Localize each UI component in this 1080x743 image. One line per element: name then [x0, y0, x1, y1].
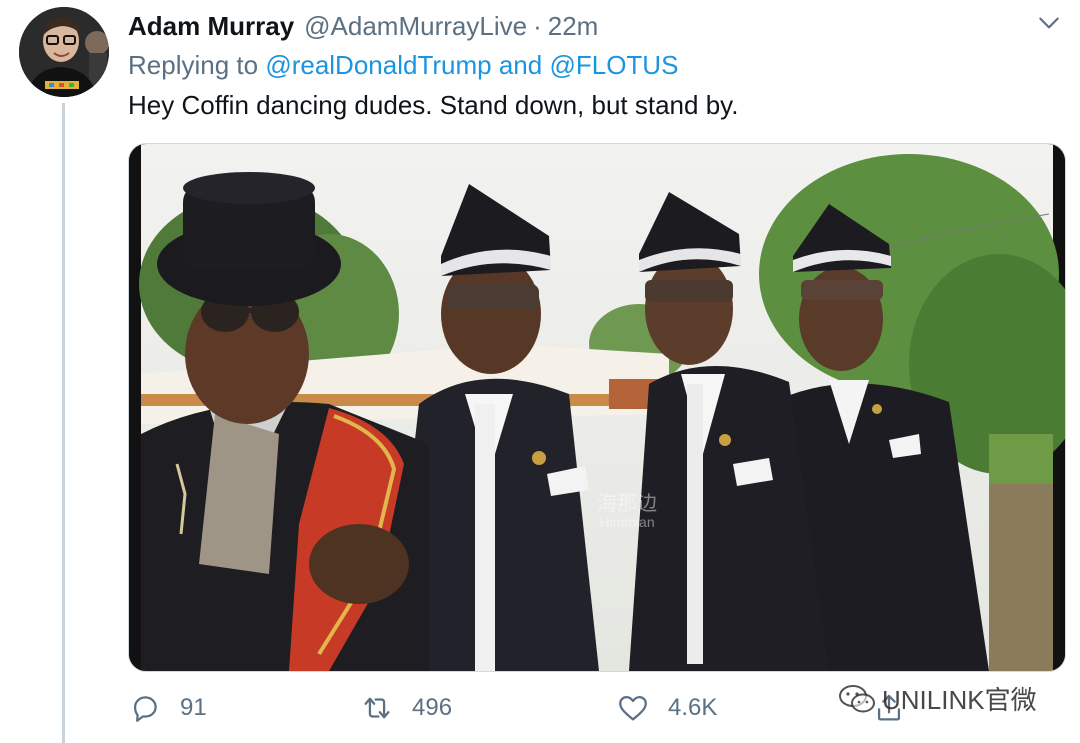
tweet-media-image[interactable]: 海那边 Hinabian	[128, 143, 1066, 672]
tweet-card[interactable]: Adam Murray @AdamMurrayLive · 22m Replyi…	[0, 0, 1080, 743]
pallbearers-photo	[129, 144, 1065, 671]
tweet-header: Adam Murray @AdamMurrayLive · 22m	[128, 8, 1080, 44]
share-button[interactable]	[872, 688, 906, 728]
reply-icon	[133, 696, 157, 722]
like-count: 4.6K	[668, 694, 718, 721]
mention-conjunction[interactable]: and	[499, 50, 542, 80]
heart-icon	[619, 695, 647, 721]
replying-to: Replying to @realDonaldTrump and @FLOTUS	[128, 50, 678, 81]
timestamp[interactable]: 22m	[548, 11, 599, 42]
retweet-count: 496	[412, 694, 453, 721]
avatar[interactable]	[19, 7, 109, 97]
share-icon	[877, 694, 901, 721]
mention-link[interactable]: @realDonaldTrump	[265, 50, 491, 80]
media-watermark-line2: Hinabian	[599, 514, 655, 530]
mention-link[interactable]: @FLOTUS	[549, 50, 678, 80]
like-button[interactable]: 4.6K	[616, 688, 717, 728]
chevron-down-icon[interactable]	[1036, 10, 1062, 36]
user-handle[interactable]: @AdamMurrayLive	[304, 11, 527, 42]
thread-connector-line	[62, 103, 65, 743]
replying-to-label: Replying to	[128, 50, 259, 80]
reply-count: 91	[180, 694, 207, 721]
separator-dot: ·	[533, 10, 542, 41]
avatar-image	[19, 7, 109, 97]
display-name[interactable]: Adam Murray	[128, 11, 294, 42]
retweet-button[interactable]: 496	[360, 688, 452, 728]
reply-button[interactable]: 91	[128, 688, 207, 728]
tweet-actions: 91 496 4.6K	[128, 688, 1058, 728]
retweet-icon	[364, 697, 390, 719]
media-watermark: 海那边 Hinabian	[597, 494, 657, 530]
media-watermark-line1: 海那边	[597, 493, 657, 515]
tweet-text: Hey Coffin dancing dudes. Stand down, bu…	[128, 90, 739, 120]
